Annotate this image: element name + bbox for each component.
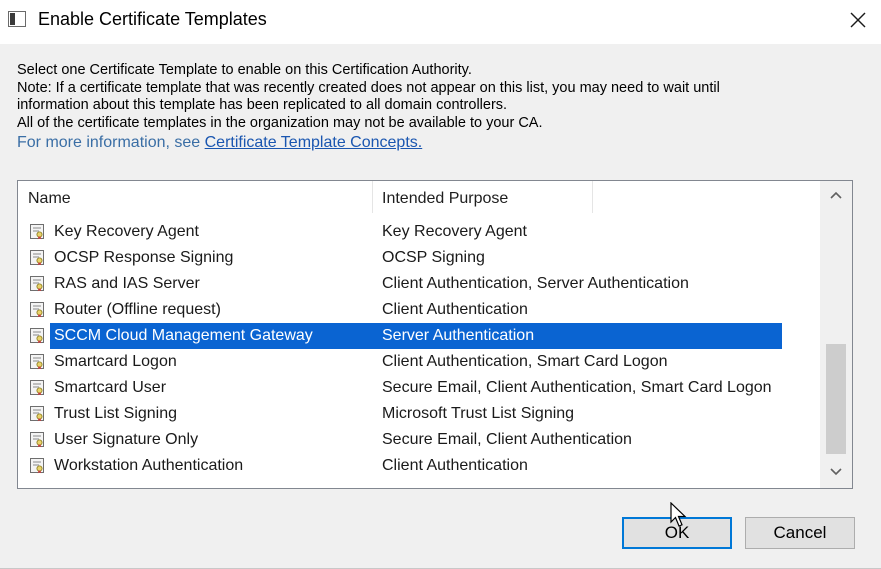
list-item[interactable]: SCCM Cloud Management Gateway Server Auth…	[18, 323, 818, 349]
list-item[interactable]: User Signature Only Secure Email, Client …	[18, 427, 818, 453]
list-item[interactable]: RAS and IAS Server Client Authentication,…	[18, 271, 818, 297]
close-icon	[850, 12, 866, 28]
certificate-template-icon	[30, 302, 44, 318]
chevron-up-icon	[830, 191, 842, 199]
list-item[interactable]: Key Recovery Agent Key Recovery Agent	[18, 219, 818, 245]
vertical-scrollbar[interactable]	[820, 181, 852, 488]
certificate-template-icon	[30, 406, 44, 422]
template-name: RAS and IAS Server	[54, 275, 200, 292]
column-divider[interactable]	[592, 181, 593, 213]
template-name: Router (Offline request)	[54, 301, 221, 318]
template-name: Key Recovery Agent	[54, 223, 199, 240]
column-header-name[interactable]: Name	[28, 181, 71, 217]
template-intended-purpose: Key Recovery Agent	[382, 223, 527, 240]
enable-certificate-templates-dialog: Enable Certificate Templates Select one …	[0, 0, 881, 569]
list-item[interactable]: Router (Offline request) Client Authentic…	[18, 297, 818, 323]
instruction-line-4: All of the certificate templates in the …	[17, 114, 543, 131]
instruction-line-2: Note: If a certificate template that was…	[17, 79, 720, 96]
template-name: Workstation Authentication	[54, 457, 244, 474]
chevron-down-icon	[830, 468, 842, 476]
list-rows: Key Recovery Agent Key Recovery Agent OCSP…	[18, 219, 818, 479]
template-intended-purpose: OCSP Signing	[382, 249, 485, 266]
list-item[interactable]: Trust List Signing Microsoft Trust List S…	[18, 401, 818, 427]
certificate-template-icon	[30, 250, 44, 266]
more-info-line: For more information, see Certificate Te…	[17, 134, 720, 152]
column-divider[interactable]	[372, 181, 373, 213]
template-intended-purpose: Client Authentication, Smart Card Logon	[382, 353, 668, 370]
list-item[interactable]: OCSP Response Signing OCSP Signing	[18, 245, 818, 271]
template-intended-purpose: Secure Email, Client Authentication, Sma…	[382, 379, 772, 396]
scroll-down-button[interactable]	[820, 458, 852, 488]
template-intended-purpose: Secure Email, Client Authentication	[382, 431, 632, 448]
title-bar: Enable Certificate Templates	[0, 0, 881, 44]
scroll-up-button[interactable]	[820, 181, 852, 211]
list-item[interactable]: Smartcard User Secure Email, Client Authe…	[18, 375, 818, 401]
certificate-template-icon	[30, 354, 44, 370]
close-button[interactable]	[838, 4, 878, 36]
certificate-template-icon	[30, 458, 44, 474]
list-item[interactable]: Workstation Authentication Client Authent…	[18, 453, 818, 479]
template-name: Smartcard User	[54, 379, 167, 396]
column-header-intended-purpose[interactable]: Intended Purpose	[382, 181, 508, 217]
template-name: Smartcard Logon	[54, 353, 177, 370]
instruction-line-1: Select one Certificate Template to enabl…	[17, 62, 472, 78]
certificate-template-icon	[30, 224, 44, 240]
scrollbar-thumb[interactable]	[826, 344, 846, 454]
certificate-template-icon	[30, 432, 44, 448]
template-name: SCCM Cloud Management Gateway	[54, 327, 313, 344]
template-intended-purpose: Client Authentication	[382, 457, 528, 474]
more-info-prefix: For more information, see	[17, 134, 205, 151]
certificate-templates-list[interactable]: Name Intended Purpose Key Recovery Agent…	[17, 180, 853, 489]
certificate-template-icon	[30, 328, 44, 344]
certificate-template-icon	[30, 276, 44, 292]
ok-button[interactable]: OK	[622, 517, 732, 549]
certificate-authority-icon	[8, 11, 26, 27]
template-intended-purpose: Client Authentication, Server Authentica…	[382, 275, 689, 292]
template-name: User Signature Only	[54, 431, 199, 448]
template-name: OCSP Response Signing	[54, 249, 234, 266]
template-name: Trust List Signing	[54, 405, 178, 422]
list-item[interactable]: Smartcard Logon Client Authentication, Sm…	[18, 349, 818, 375]
template-intended-purpose: Client Authentication	[382, 301, 528, 318]
list-header: Name Intended Purpose	[18, 181, 818, 217]
instruction-line-3: information about this template has been…	[17, 97, 508, 113]
instructions-text: Select one Certificate Template to enabl…	[17, 62, 720, 152]
certificate-template-concepts-link[interactable]: Certificate Template Concepts.	[205, 134, 423, 151]
certificate-template-icon	[30, 380, 44, 396]
template-intended-purpose: Server Authentication	[382, 327, 535, 344]
template-intended-purpose: Microsoft Trust List Signing	[382, 405, 575, 422]
window-title: Enable Certificate Templates	[38, 9, 267, 29]
cancel-button[interactable]: Cancel	[745, 517, 855, 549]
